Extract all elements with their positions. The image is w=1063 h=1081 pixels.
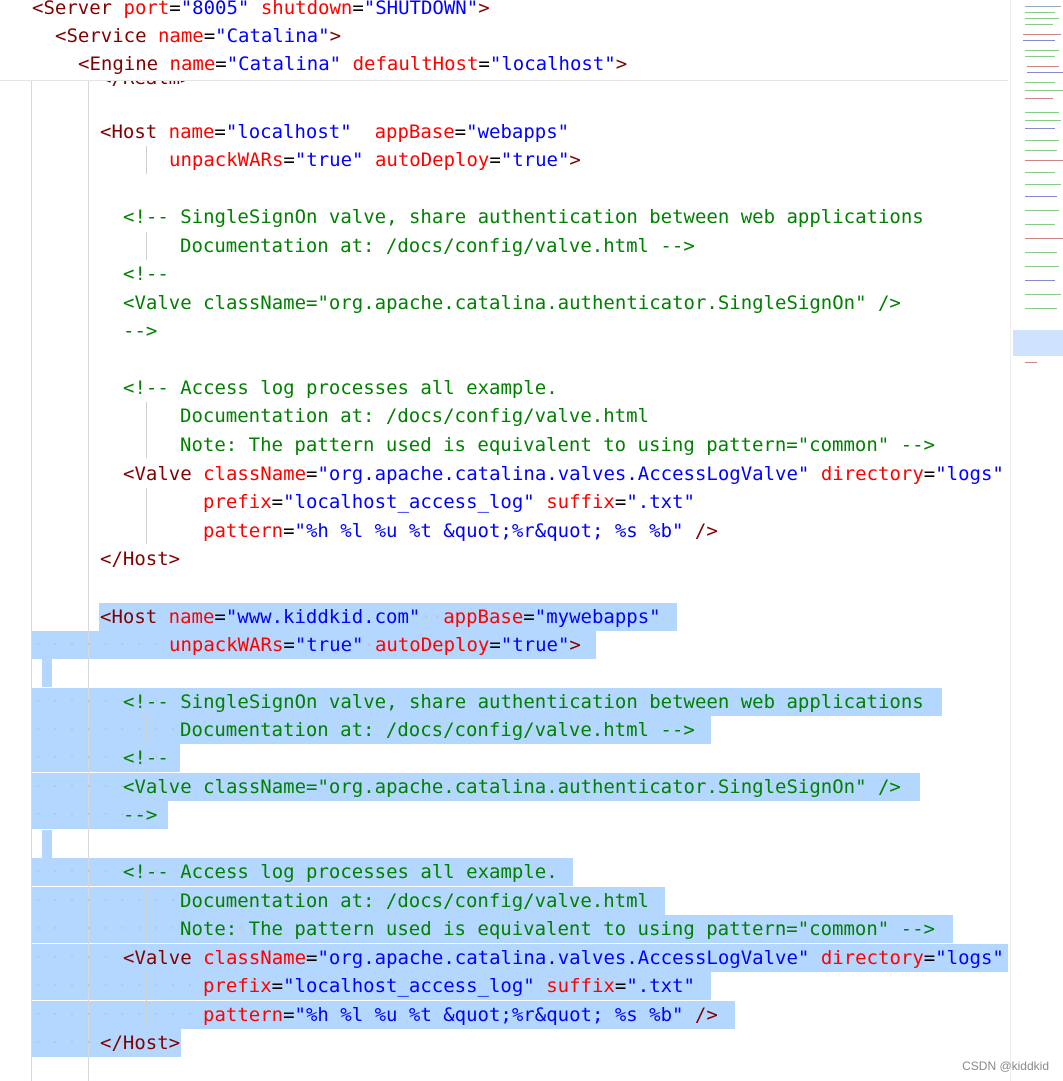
code-line[interactable]: <Service name="Catalina">: [55, 22, 341, 50]
minimap-line: [1025, 112, 1059, 113]
code-line[interactable]: <Engine name="Catalina" defaultHost="loc…: [78, 50, 627, 78]
minimap-line: [1025, 252, 1057, 253]
indent-guide: [146, 402, 147, 458]
minimap-line: [1025, 120, 1061, 121]
code-line[interactable]: <!-- Access log processes all example.: [123, 374, 558, 402]
code-line[interactable]: <Valve className="org.apache.catalina.au…: [123, 289, 901, 317]
code-line[interactable]: <!-- SingleSignOn valve, share authentic…: [123, 203, 924, 231]
minimap-line: [1025, 90, 1063, 91]
code-line[interactable]: <!--: [123, 260, 169, 288]
code-line[interactable]: pattern="%h %l %u %t &quot;%r&quot; %s %…: [203, 517, 718, 545]
code-line[interactable]: <Valve className="org.apache.catalina.va…: [123, 944, 1004, 972]
code-line[interactable]: Note: The pattern used is equivalent to …: [180, 431, 935, 459]
minimap-line: [1025, 280, 1055, 281]
minimap-line: [1025, 150, 1057, 151]
minimap-line: [1025, 238, 1063, 239]
minimap-line: [1025, 294, 1061, 295]
minimap-line: [1025, 210, 1059, 211]
selection-highlight: [42, 830, 52, 858]
watermark: CSDN @kiddkid: [962, 1059, 1049, 1073]
minimap-line: [1025, 12, 1055, 13]
code-line[interactable]: Documentation at: /docs/config/valve.htm…: [180, 887, 649, 915]
code-line[interactable]: Documentation at: /docs/config/valve.htm…: [180, 716, 695, 744]
code-editor[interactable]: <Server port="8005" shutdown="SHUTDOWN">…: [0, 0, 1008, 1081]
code-line[interactable]: unpackWARs="true"·autoDeploy="true">: [169, 631, 581, 659]
code-line[interactable]: </Host>: [100, 545, 180, 573]
code-line[interactable]: <Valve className="org.apache.catalina.au…: [123, 773, 901, 801]
minimap[interactable]: [1010, 0, 1063, 1081]
code-line[interactable]: Note: The pattern used is equivalent to …: [180, 915, 935, 943]
code-line[interactable]: -->: [123, 317, 157, 345]
code-line[interactable]: unpackWARs="true" autoDeploy="true">: [169, 146, 581, 174]
code-line[interactable]: <!--: [123, 744, 169, 772]
minimap-line: [1023, 40, 1055, 41]
sticky-scroll-header: <Server port="8005" shutdown="SHUTDOWN">…: [0, 0, 1008, 80]
minimap-line: [1025, 82, 1055, 83]
code-line[interactable]: <!-- SingleSignOn valve, share authentic…: [123, 688, 924, 716]
selection-highlight: [42, 659, 52, 687]
code-line[interactable]: pattern="%h %l %u %t &quot;%r&quot; %s %…: [203, 1001, 718, 1029]
code-line[interactable]: Documentation at: /docs/config/valve.htm…: [180, 402, 649, 430]
code-line[interactable]: prefix="localhost_access_log" suffix=".t…: [203, 972, 695, 1000]
minimap-line: [1025, 362, 1037, 363]
code-line[interactable]: </Host>: [100, 1029, 180, 1057]
indent-guide: [146, 232, 147, 260]
minimap-line: [1025, 184, 1061, 185]
minimap-line: [1025, 56, 1055, 57]
minimap-line: [1025, 140, 1059, 141]
code-line[interactable]: <Host name="www.kiddkid.com"··appBase="m…: [100, 603, 661, 631]
minimap-line: [1027, 72, 1063, 73]
code-line[interactable]: -->: [123, 801, 157, 829]
minimap-line: [1025, 50, 1059, 51]
minimap-line: [1025, 308, 1057, 309]
minimap-line: [1027, 66, 1059, 67]
code-line[interactable]: <!-- Access log processes all example.: [123, 858, 558, 886]
code-line[interactable]: prefix="localhost_access_log" suffix=".t…: [203, 488, 695, 516]
indent-guide: [31, 80, 32, 1081]
minimap-line: [1025, 224, 1055, 225]
minimap-line: [1025, 98, 1053, 99]
minimap-line: [1025, 128, 1055, 129]
code-line[interactable]: <Server port="8005" shutdown="SHUTDOWN">: [32, 0, 490, 22]
minimap-line: [1025, 6, 1061, 7]
code-line[interactable]: <Host name="localhost" appBase="webapps": [100, 118, 569, 146]
minimap-line: [1025, 160, 1063, 161]
indent-guide: [146, 146, 147, 174]
minimap-line: [1025, 24, 1053, 25]
minimap-line: [1025, 196, 1057, 197]
minimap-line: [1023, 34, 1061, 35]
code-line[interactable]: Documentation at: /docs/config/valve.htm…: [180, 232, 695, 260]
indent-guide: [146, 488, 147, 544]
minimap-line: [1025, 172, 1055, 173]
minimap-line: [1025, 266, 1059, 267]
minimap-line: [1025, 18, 1059, 19]
code-line[interactable]: <Valve className="org.apache.catalina.va…: [123, 460, 1004, 488]
minimap-line: [1013, 330, 1063, 356]
